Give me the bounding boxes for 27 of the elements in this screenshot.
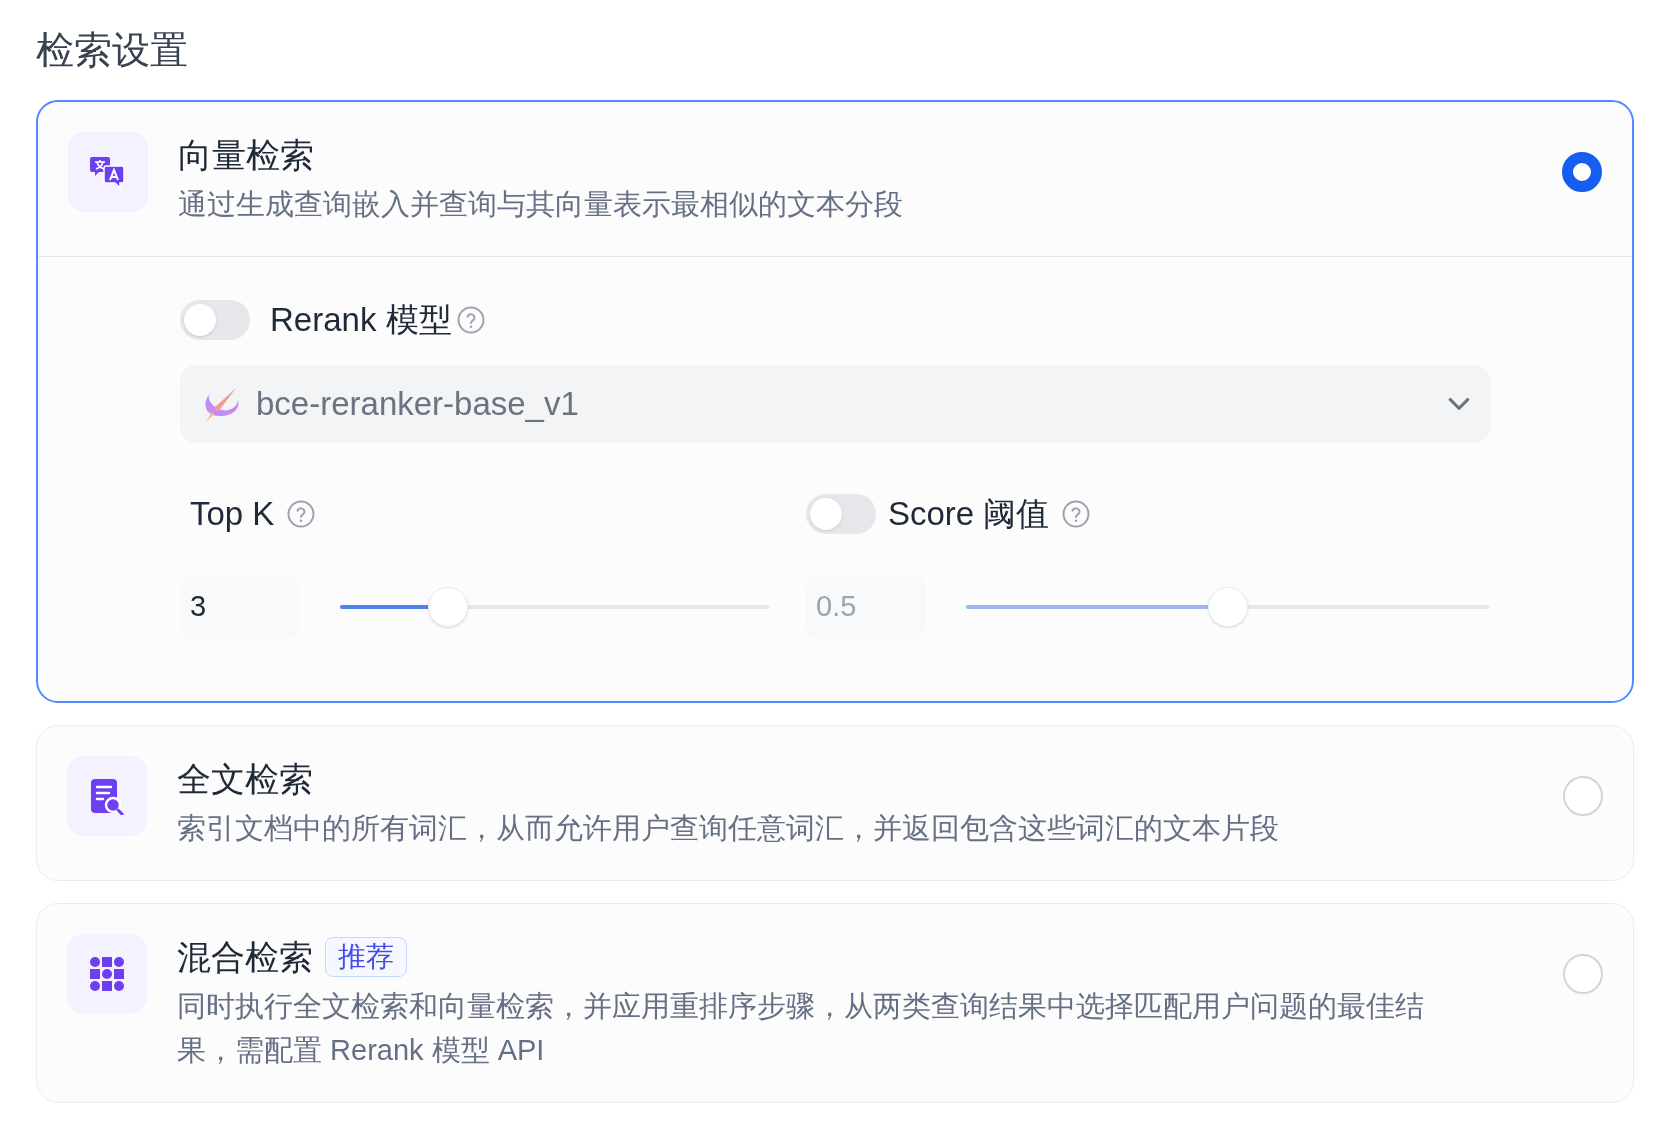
option-description: 通过生成查询嵌入并查询与其向量表示最相似的文本分段 [178,187,904,222]
option-description: 同时执行全文检索和向量检索，并应用重排序步骤，从两类查询结果中选择匹配用户问题的最佳结果，需配置 Rerank 模型 API [177,988,1425,1068]
rerank-label: Rerank 模型 [270,300,452,340]
recommended-tag: 推荐 [325,936,407,977]
slider-thumb[interactable] [427,586,468,627]
score-label: Score 阈值 [888,493,1050,534]
radio-button[interactable] [1562,152,1602,192]
model-name: bce-reranker-base_v1 [256,383,580,424]
document-search-icon [89,776,125,815]
help-icon[interactable] [1061,498,1092,529]
help-icon[interactable] [455,304,486,335]
option-title: 全文检索 [177,758,313,800]
option-title: 混合检索 [177,936,313,978]
retrieval-option-card[interactable]: 混合检索 推荐 同时执行全文检索和向量检索，并应用重排序步骤，从两类查询结果中选择匹配用户问题的最佳结果，需配置 Rerank 模型 API [36,902,1634,1103]
toggle-switch[interactable] [180,299,250,340]
retrieval-option-card[interactable]: 全文检索 索引文档中的所有词汇，从而允许用户查询任意词汇，并返回包含这些词汇的文本片段 [36,724,1634,881]
option-description: 索引文档中的所有词汇，从而允许用户查询任意词汇，并返回包含这些词汇的文本片段 [177,810,1280,846]
help-icon[interactable] [286,498,317,529]
dot-grid-icon [89,955,125,992]
top-k-label: Top K [190,493,275,534]
top-k-input[interactable]: 3 [180,574,300,639]
slider-track[interactable] [340,604,770,609]
option-title: 向量检索 [178,135,314,176]
model-select[interactable]: bce-reranker-base_v1 [180,364,1490,443]
chevron-down-icon [1448,397,1470,410]
page-title: 检索设置 [36,28,189,73]
slider-track[interactable] [966,604,1490,609]
